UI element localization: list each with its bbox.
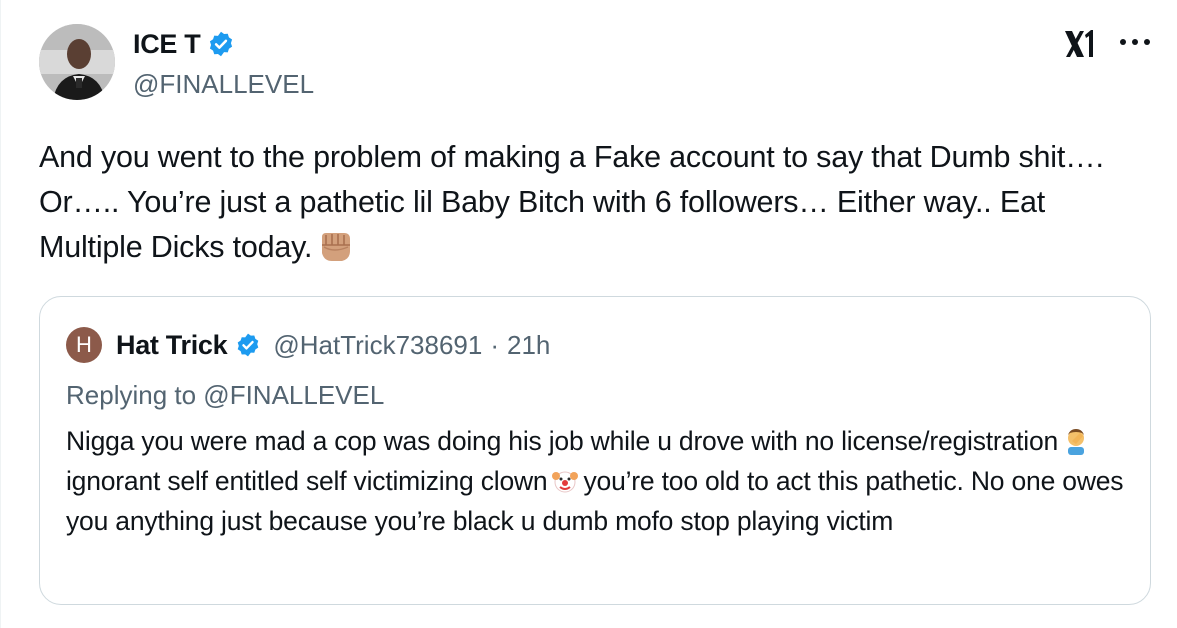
tweet-card: ICE T @FINALLEVEL And you went to the pr…	[0, 0, 1177, 628]
clown-face-emoji-icon	[552, 471, 579, 493]
author-name-row: ICE T	[133, 28, 235, 60]
tweet-text: And you went to the problem of making a …	[39, 140, 1104, 264]
author-display-name[interactable]: ICE T	[133, 28, 201, 60]
quoted-author-name[interactable]: Hat Trick	[116, 330, 228, 361]
quoted-tweet[interactable]: H Hat Trick @HatTrick738691 · 21h Replyi…	[39, 296, 1151, 605]
tweet-body: And you went to the problem of making a …	[39, 135, 1149, 270]
quoted-tweet-header: H Hat Trick @HatTrick738691 · 21h	[66, 327, 550, 363]
quoted-author-handle[interactable]: @HatTrick738691	[273, 330, 482, 361]
author-avatar[interactable]	[39, 24, 115, 100]
verified-badge-icon	[209, 31, 232, 57]
quoted-author-avatar[interactable]: H	[66, 327, 102, 363]
more-options-icon[interactable]	[1117, 32, 1153, 52]
quoted-text-part-2: ignorant self entitled self victimizing …	[66, 466, 548, 496]
quoted-tweet-body: Nigga you were mad a cop was doing his j…	[66, 421, 1126, 541]
avatar-photo-icon	[39, 24, 115, 100]
verified-badge-icon	[238, 333, 259, 357]
author-handle[interactable]: @FINALLEVEL	[133, 68, 314, 100]
replying-to-text: Replying to @FINALLEVEL	[66, 380, 385, 410]
quoted-tweet-time[interactable]: 21h	[507, 330, 550, 361]
man-facepalming-emoji-icon	[1068, 429, 1085, 455]
fist-bump-emoji-icon	[322, 233, 351, 261]
quoted-text-part-1: Nigga you were mad a cop was doing his j…	[66, 426, 1059, 456]
separator-dot: ·	[490, 329, 499, 360]
x-logo-icon[interactable]	[1063, 27, 1099, 61]
